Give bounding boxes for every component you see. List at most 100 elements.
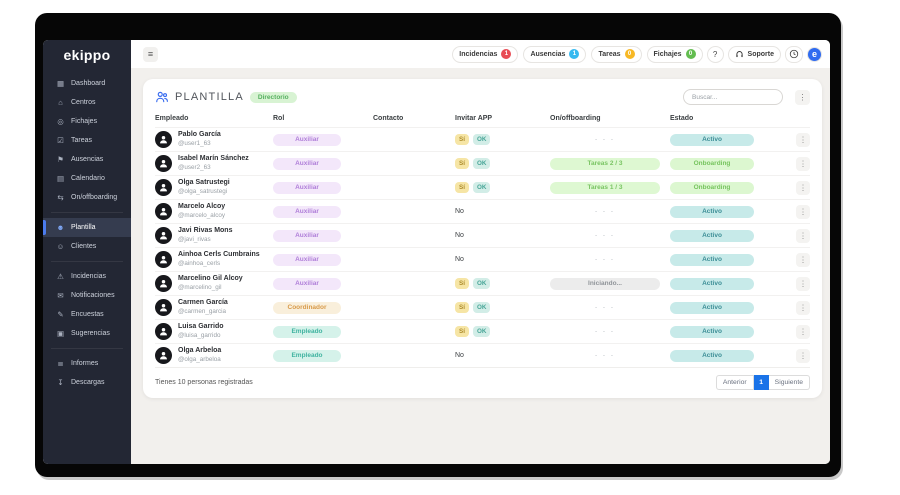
avatar <box>155 179 172 196</box>
ekippo-logo-icon[interactable]: e <box>807 47 822 62</box>
topbar-badge-incidencias[interactable]: Incidencias1 <box>452 46 518 63</box>
employee-cell[interactable]: Isabel Marín Sánchez @user2_63 <box>155 155 273 172</box>
row-menu-button[interactable]: ⋮ <box>796 301 810 315</box>
employee-cell[interactable]: Carmen García @carmen_garcia <box>155 299 273 316</box>
employee-cell[interactable]: Luisa Garrido @luisa_garrido <box>155 323 273 340</box>
employee-handle: @user1_63 <box>178 140 221 148</box>
sidebar-item-calendario[interactable]: ▤Calendario <box>43 169 131 188</box>
invite-no-text: No <box>455 256 464 263</box>
card-menu-button[interactable]: ⋮ <box>795 90 810 105</box>
employee-handle: @javi_rivas <box>178 236 232 244</box>
clock-icon[interactable] <box>785 46 803 63</box>
search-input[interactable] <box>683 89 783 105</box>
sidebar-item-on-offboarding[interactable]: ⇆On/offboarding <box>43 188 131 207</box>
invite-cell: SíOK <box>455 158 550 169</box>
invite-cell: No <box>455 352 550 359</box>
card-footer: Tienes 10 personas registradas Anterior … <box>155 367 810 390</box>
invite-cell: No <box>455 208 550 215</box>
onboarding-empty: - - - <box>550 232 660 239</box>
employee-handle: @luisa_garrido <box>178 332 224 340</box>
table-row: Luisa Garrido @luisa_garrido Empleado Sí… <box>155 319 810 343</box>
sidebar-item-fichajes[interactable]: ◎Fichajes <box>43 112 131 131</box>
help-icon[interactable]: ? <box>707 46 724 63</box>
status-badge: Activo <box>670 302 754 314</box>
pagination: Anterior 1 Siguiente <box>716 375 810 390</box>
invite-ok-badge: OK <box>473 158 490 169</box>
row-menu-button[interactable]: ⋮ <box>796 325 810 339</box>
employee-cell[interactable]: Olga Arbeloa @olga_arbeloa <box>155 347 273 364</box>
estado-cell: Activo <box>670 206 780 218</box>
sidebar-item-notificaciones[interactable]: ✉Notificaciones <box>43 286 131 305</box>
table-row: Carmen García @carmen_garcia Coordinador… <box>155 295 810 319</box>
badge-count: 0 <box>686 49 696 59</box>
employee-cell[interactable]: Pablo García @user1_63 <box>155 131 273 148</box>
employee-handle: @carmen_garcia <box>178 308 228 316</box>
topbar-badge-tareas[interactable]: Tareas0 <box>591 46 641 63</box>
topbar-badge-ausencias[interactable]: Ausencias1 <box>523 46 586 63</box>
sidebar-item-dashboard[interactable]: ▦Dashboard <box>43 74 131 93</box>
avatar <box>155 299 172 316</box>
status-badge: Onboarding <box>670 182 754 194</box>
col-rol: Rol <box>273 115 373 122</box>
onboarding-empty: - - - <box>550 208 660 215</box>
col-invitar-app: Invitar APP <box>455 115 550 122</box>
sidebar-item-encuestas[interactable]: ✎Encuestas <box>43 305 131 324</box>
row-menu-button[interactable]: ⋮ <box>796 157 810 171</box>
sidebar-item-centros[interactable]: ⌂Centros <box>43 93 131 112</box>
invite-yes-badge: Sí <box>455 134 469 145</box>
onboarding-cell: - - - <box>550 304 670 311</box>
sidebar-item-sugerencias[interactable]: ▣Sugerencias <box>43 324 131 343</box>
invite-cell: SíOK <box>455 278 550 289</box>
pagination-next-button[interactable]: Siguiente <box>769 375 810 390</box>
onboarding-cell: - - - <box>550 256 670 263</box>
employee-name: Carmen García <box>178 299 228 308</box>
sidebar-item-ausencias[interactable]: ⚑Ausencias <box>43 150 131 169</box>
row-menu-button[interactable]: ⋮ <box>796 277 810 291</box>
role-cell: Auxiliar <box>273 230 373 242</box>
onboarding-badge: Tareas 2 / 3 <box>550 158 660 170</box>
table-row: Isabel Marín Sánchez @user2_63 Auxiliar … <box>155 151 810 175</box>
employee-cell[interactable]: Javi Rivas Mons @javi_rivas <box>155 227 273 244</box>
hamburger-menu-icon[interactable]: ≡ <box>143 47 158 62</box>
sidebar-item-incidencias[interactable]: ⚠Incidencias <box>43 267 131 286</box>
sidebar-item-informes[interactable]: ≣Informes <box>43 354 131 373</box>
role-cell: Auxiliar <box>273 278 373 290</box>
status-badge: Activo <box>670 326 754 338</box>
row-menu-button[interactable]: ⋮ <box>796 181 810 195</box>
row-menu-button[interactable]: ⋮ <box>796 205 810 219</box>
sidebar-item-tareas[interactable]: ☑Tareas <box>43 131 131 150</box>
invite-cell: SíOK <box>455 182 550 193</box>
invite-ok-badge: OK <box>473 134 490 145</box>
status-badge: Activo <box>670 134 754 146</box>
inbox-icon: ▣ <box>56 329 65 338</box>
pagination-page-1[interactable]: 1 <box>754 375 769 390</box>
pagination-prev-button[interactable]: Anterior <box>716 375 754 390</box>
employee-handle: @olga_satrustegi <box>178 188 230 196</box>
actions-cell: ⋮ <box>780 349 810 363</box>
employee-cell[interactable]: Marcelino Gil Alcoy @marcelino_gil <box>155 275 273 292</box>
onboarding-cell: - - - <box>550 136 670 143</box>
row-menu-button[interactable]: ⋮ <box>796 229 810 243</box>
invite-ok-badge: OK <box>473 326 490 337</box>
employee-cell[interactable]: Marcelo Alcoy @marcelo_alcoy <box>155 203 273 220</box>
sidebar-item-descargas[interactable]: ↧Descargas <box>43 373 131 392</box>
sidebar-item-clientes[interactable]: ☺Clientes <box>43 237 131 256</box>
onboarding-empty: - - - <box>550 328 660 335</box>
employee-name: Isabel Marín Sánchez <box>178 155 249 164</box>
row-menu-button[interactable]: ⋮ <box>796 133 810 147</box>
sidebar-item-plantilla[interactable]: ☻Plantilla <box>43 218 131 237</box>
sidebar-item-label: Dashboard <box>71 80 105 87</box>
onboarding-badge: Tareas 1 / 3 <box>550 182 660 194</box>
role-badge: Auxiliar <box>273 182 341 194</box>
onboarding-badge: Iniciando... <box>550 278 660 290</box>
row-menu-button[interactable]: ⋮ <box>796 253 810 267</box>
actions-cell: ⋮ <box>780 301 810 315</box>
row-menu-button[interactable]: ⋮ <box>796 349 810 363</box>
topbar-badge-fichajes[interactable]: Fichajes 0 <box>647 46 703 63</box>
employee-cell[interactable]: Olga Satrustegi @olga_satrustegi <box>155 179 273 196</box>
badge-label: Fichajes <box>654 51 682 58</box>
employee-cell[interactable]: Ainhoa Cerls Cumbrains @ainhoa_cerls <box>155 251 273 268</box>
invite-yes-badge: Sí <box>455 302 469 313</box>
sidebar-item-label: Notificaciones <box>71 292 115 299</box>
soporte-button[interactable]: Soporte <box>728 46 781 63</box>
